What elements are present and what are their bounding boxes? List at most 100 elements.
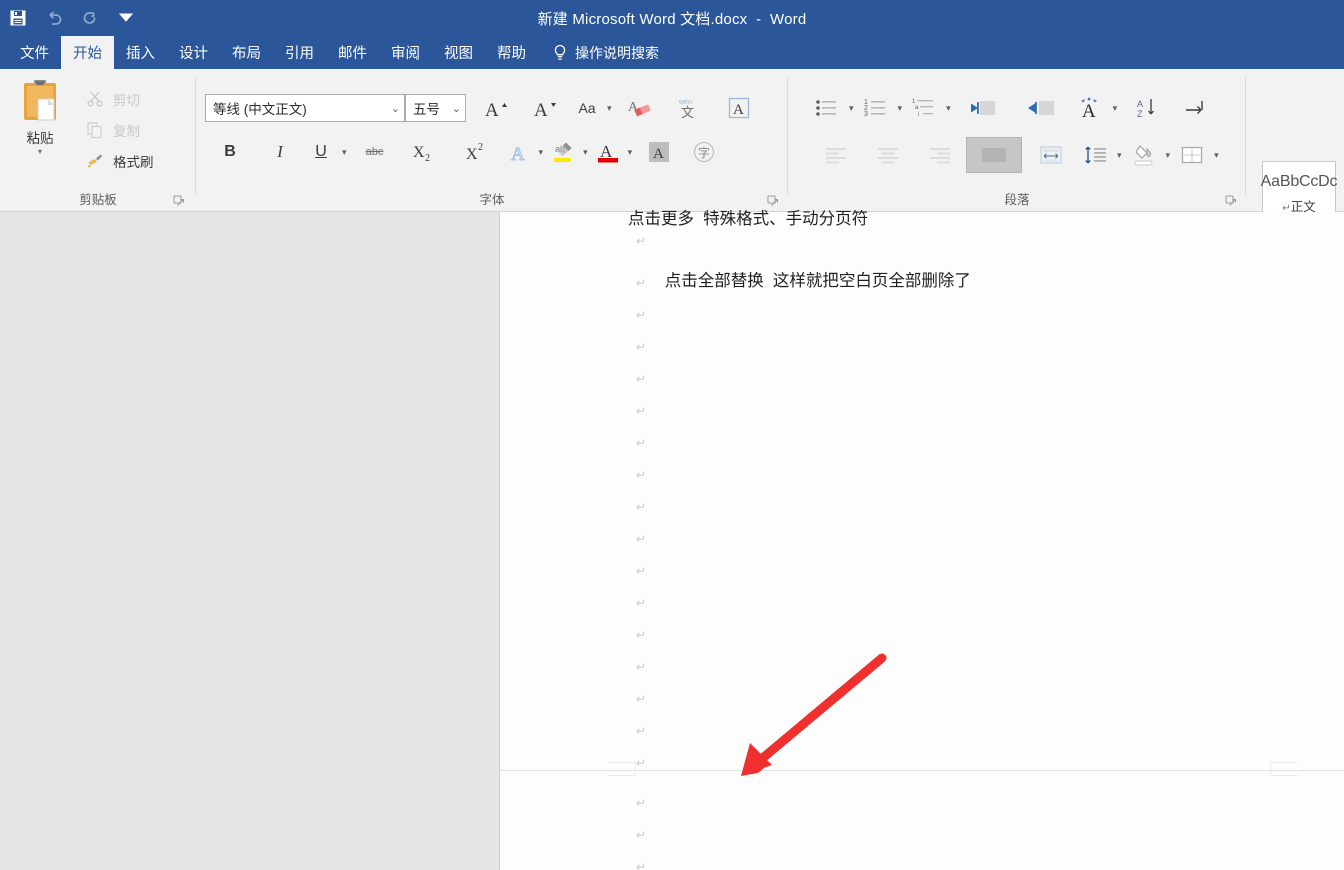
tab-view[interactable]: 视图 xyxy=(432,36,485,69)
document-line-2-text: 点击全部替换 这样就把空白页全部删除了 xyxy=(664,272,971,290)
chevron-down-icon[interactable]: ⌄ xyxy=(385,102,400,115)
strikethrough-button[interactable]: abc xyxy=(352,137,398,167)
scissors-icon xyxy=(86,90,104,108)
tell-me-search[interactable]: 操作说明搜索 xyxy=(538,36,669,69)
title-bar: 新建 Microsoft Word 文档.docx - Word xyxy=(0,0,1344,36)
cut-button[interactable]: 剪切 xyxy=(86,83,154,114)
line-spacing-button[interactable] xyxy=(1080,140,1112,170)
document-area: 点击更多 特殊格式、手动分页符 点击全部替换 这样就把空白页全部删除了 ↵ ↵ … xyxy=(0,210,1344,870)
bullets-dropdown-caret[interactable]: ▾ xyxy=(844,103,859,113)
clipboard-dialog-launcher[interactable] xyxy=(172,194,186,208)
paragraph-mark: ↵ xyxy=(636,860,647,870)
document-page[interactable]: 点击更多 特殊格式、手动分页符 点击全部替换 这样就把空白页全部删除了 ↵ ↵ … xyxy=(500,210,1344,870)
italic-label: I xyxy=(277,142,283,161)
paragraph-mark: ↵ xyxy=(636,796,647,810)
grow-font-button[interactable]: A xyxy=(474,93,518,123)
numbering-button[interactable]: 1 2 3 xyxy=(859,93,893,123)
numbering-dropdown-caret[interactable]: ▾ xyxy=(893,103,908,113)
font-name-combo[interactable]: 等线 (中文正文) ⌄ xyxy=(205,94,405,122)
tab-help[interactable]: 帮助 xyxy=(485,36,538,69)
paste-button[interactable]: 粘贴 ▾ xyxy=(8,75,72,187)
font-size-combo[interactable]: 五号 ⌄ xyxy=(405,94,466,122)
group-label-clipboard: 剪贴板 xyxy=(79,193,117,207)
show-formatting-marks-button[interactable] xyxy=(1174,93,1218,123)
subscript-button[interactable]: X 2 xyxy=(398,137,450,167)
align-left-button[interactable] xyxy=(810,140,862,170)
copy-button[interactable]: 复制 xyxy=(86,114,154,145)
svg-text:A: A xyxy=(653,146,664,162)
justify-button[interactable] xyxy=(966,137,1022,173)
tab-insert[interactable]: 插入 xyxy=(114,36,167,69)
asian-layout-button[interactable]: A xyxy=(1074,93,1108,123)
align-right-button[interactable] xyxy=(914,140,966,170)
bold-button[interactable]: B xyxy=(205,137,255,167)
svg-text:A: A xyxy=(733,102,744,118)
text-effects-button[interactable]: A xyxy=(504,137,534,167)
svg-text:A: A xyxy=(485,100,499,120)
phonetic-guide-button[interactable]: wén 文 xyxy=(663,93,713,123)
paste-dropdown-caret[interactable]: ▾ xyxy=(38,148,42,156)
multilevel-list-button[interactable]: 1 a i xyxy=(907,93,941,123)
bullets-button[interactable] xyxy=(810,93,844,123)
font-name-value: 等线 (中文正文) xyxy=(213,102,307,117)
tab-references[interactable]: 引用 xyxy=(273,36,326,69)
font-color-dropdown-caret[interactable]: ▾ xyxy=(623,147,638,157)
paste-icon xyxy=(18,79,62,125)
distribute-button[interactable] xyxy=(1022,140,1080,170)
svg-text:文: 文 xyxy=(681,105,694,120)
font-color-button[interactable]: A xyxy=(593,137,623,167)
bold-label: B xyxy=(224,143,236,160)
group-clipboard: 粘贴 ▾ 剪切 复制 格式刷 剪贴板 xyxy=(0,69,196,212)
highlight-color-dropdown-caret[interactable]: ▾ xyxy=(578,147,593,157)
superscript-button[interactable]: X 2 xyxy=(450,137,504,167)
multilevel-list-dropdown-caret[interactable]: ▾ xyxy=(941,103,956,113)
shading-button[interactable] xyxy=(1127,140,1161,170)
svg-text:X: X xyxy=(413,144,425,161)
shading-dropdown-caret[interactable]: ▾ xyxy=(1161,150,1176,160)
paste-label: 粘贴 xyxy=(26,131,54,146)
underline-dropdown-caret[interactable]: ▾ xyxy=(337,147,352,157)
shrink-font-button[interactable]: A xyxy=(518,93,572,123)
character-border-button[interactable]: A xyxy=(713,93,765,123)
left-gray-panel xyxy=(0,212,500,870)
character-shading-button[interactable]: A xyxy=(637,137,681,167)
copy-label: 复制 xyxy=(113,123,140,139)
tab-design[interactable]: 设计 xyxy=(167,36,220,69)
decrease-indent-button[interactable] xyxy=(956,93,1008,123)
chevron-down-icon[interactable]: ⌄ xyxy=(446,102,461,115)
format-painter-button[interactable]: 格式刷 xyxy=(86,145,154,176)
highlight-color-button[interactable]: ab xyxy=(548,137,578,167)
change-case-button[interactable]: Aa xyxy=(572,93,602,123)
paragraph-mark: ↵ xyxy=(636,500,647,514)
align-center-button[interactable] xyxy=(862,140,914,170)
paragraph-mark: ↵ xyxy=(636,234,647,248)
paragraph-mark: ↵ xyxy=(636,660,647,674)
format-painter-icon xyxy=(86,152,104,170)
increase-indent-button[interactable] xyxy=(1008,93,1074,123)
paragraph-mark: ↵ xyxy=(636,468,647,482)
tab-mailings[interactable]: 邮件 xyxy=(326,36,379,69)
borders-dropdown-caret[interactable]: ▾ xyxy=(1209,150,1224,160)
change-case-dropdown-caret[interactable]: ▾ xyxy=(602,103,617,113)
italic-button[interactable]: I xyxy=(255,137,305,167)
enclose-characters-button[interactable]: 字 xyxy=(681,137,727,167)
sort-button[interactable]: A Z xyxy=(1122,93,1174,123)
asian-layout-dropdown-caret[interactable]: ▾ xyxy=(1108,103,1123,113)
lightbulb-icon xyxy=(552,44,568,62)
tab-file[interactable]: 文件 xyxy=(8,36,61,69)
paragraph-mark: ↵ xyxy=(636,564,647,578)
ribbon: 粘贴 ▾ 剪切 复制 格式刷 剪贴板 等线 (中文正文) ⌄ 五号 ⌄ A A … xyxy=(0,69,1344,227)
tab-home[interactable]: 开始 xyxy=(61,36,114,69)
svg-text:a: a xyxy=(915,105,919,111)
clear-formatting-button[interactable]: A xyxy=(617,93,663,123)
paragraph-row-2: ▾ ▾ ▾ xyxy=(810,137,1224,173)
underline-button[interactable]: U xyxy=(305,137,337,167)
underline-label: U xyxy=(315,143,327,160)
tab-layout[interactable]: 布局 xyxy=(220,36,273,69)
text-effects-dropdown-caret[interactable]: ▾ xyxy=(534,147,549,157)
borders-button[interactable] xyxy=(1175,140,1209,170)
line-spacing-dropdown-caret[interactable]: ▾ xyxy=(1112,150,1127,160)
tab-review[interactable]: 审阅 xyxy=(379,36,432,69)
paragraph-mark: ↵ xyxy=(636,276,647,290)
paragraph-dialog-launcher[interactable] xyxy=(1224,194,1238,208)
